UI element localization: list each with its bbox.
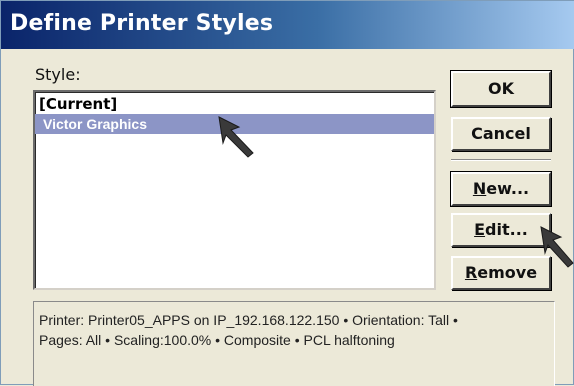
title-bar[interactable]: Define Printer Styles [1,1,574,49]
define-printer-styles-dialog: Define Printer Styles Style: [Current] V… [0,0,574,386]
info-line-1: Printer: Printer05_APPS on IP_192.168.12… [39,312,458,328]
list-item-current[interactable]: [Current] [35,94,434,114]
style-listbox[interactable]: [Current] Victor Graphics [33,90,436,290]
mnemonic-letter: E [474,220,486,239]
info-line-2: Pages: All • Scaling:100.0% • Composite … [39,332,395,348]
mnemonic-letter: N [472,179,487,198]
mnemonic-letter: R [464,263,478,282]
button-separator [451,159,551,161]
new-button[interactable]: New... [450,171,552,207]
edit-button[interactable]: Edit... [451,213,551,247]
style-info-text: Printer: Printer05_APPS on IP_192.168.12… [39,310,549,350]
dialog-title: Define Printer Styles [10,11,274,36]
cancel-button[interactable]: Cancel [451,117,551,151]
list-item-victor-graphics[interactable]: Victor Graphics [35,114,434,134]
remove-button[interactable]: Remove [451,256,551,290]
style-label: Style: [35,65,81,84]
ok-button[interactable]: OK [450,70,552,108]
